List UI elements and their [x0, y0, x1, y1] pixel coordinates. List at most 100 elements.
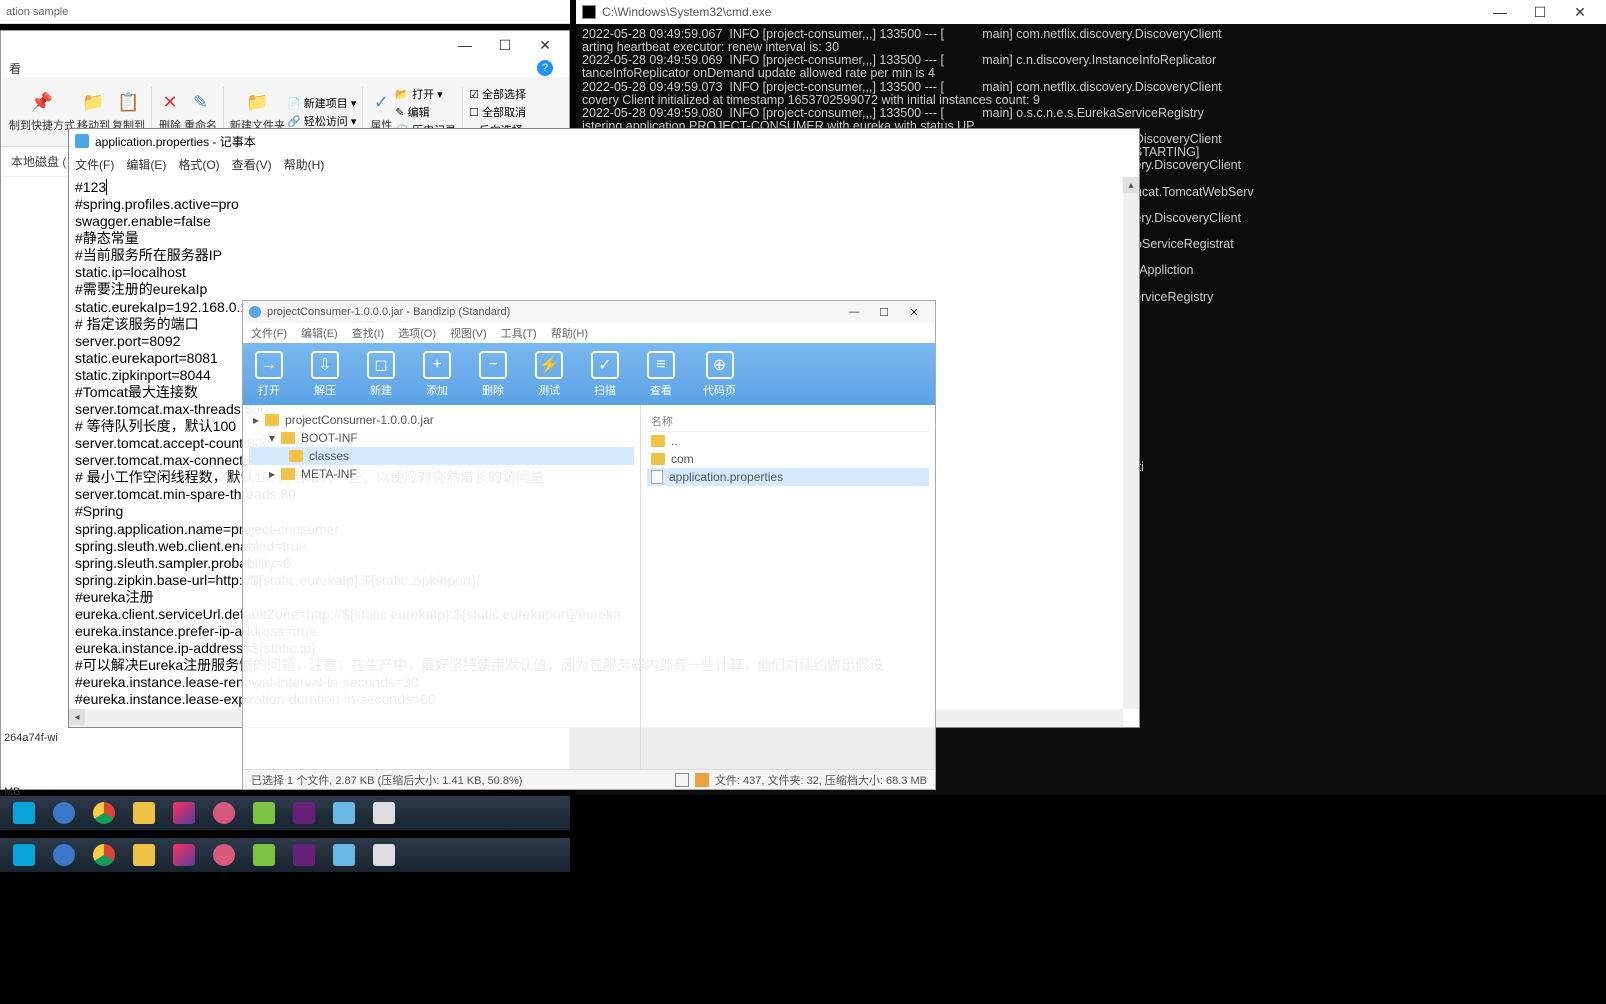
edge-icon — [53, 802, 75, 824]
list-header-name[interactable]: 名称 — [647, 411, 929, 432]
menu-tools[interactable]: 工具(T) — [501, 325, 537, 341]
taskbar-chrome[interactable] — [86, 841, 122, 869]
taskbar-chrome[interactable] — [86, 799, 122, 827]
vs-icon — [293, 802, 315, 824]
minimize-button[interactable]: — — [839, 303, 869, 321]
open-button[interactable]: 📂 打开 ▾ — [395, 86, 456, 102]
rename-button[interactable]: ✎ 重命名 — [184, 91, 217, 133]
delete-button[interactable]: ✕ 删除 — [158, 91, 182, 133]
taskbar-app3[interactable] — [326, 799, 362, 827]
archive-list[interactable]: 名称 .. com application.properties — [641, 405, 935, 769]
scroll-left-icon[interactable]: ◂ — [69, 709, 85, 725]
archive-tree[interactable]: ▸projectConsumer-1.0.0.0.jar ▾BOOT-INF c… — [243, 405, 641, 769]
start-button[interactable] — [6, 799, 42, 827]
menu-format[interactable]: 格式(O) — [178, 156, 219, 173]
properties-icon: ✓ — [369, 91, 393, 115]
view-list-icon[interactable] — [675, 773, 689, 787]
start-button[interactable] — [6, 841, 42, 869]
menu-file[interactable]: 文件(F) — [251, 325, 287, 341]
taskbar-app2[interactable] — [246, 799, 282, 827]
menu-view[interactable]: 查看(V) — [232, 156, 272, 173]
folder-icon — [651, 435, 665, 447]
scrollbar-vertical[interactable]: ▴ — [1123, 177, 1139, 709]
tool-add[interactable]: +添加 — [423, 351, 451, 398]
label: 测试 — [538, 382, 560, 398]
properties-button[interactable]: ✓ 属性 — [369, 91, 393, 133]
view-icons-icon[interactable] — [695, 773, 709, 787]
label: classes — [309, 449, 349, 463]
taskbar-app1[interactable] — [206, 841, 242, 869]
notepad-titlebar[interactable]: application.properties - 记事本 — [69, 129, 1139, 153]
minimize-button[interactable]: — — [1480, 0, 1520, 24]
list-item-up[interactable]: .. — [647, 432, 929, 450]
tool-new[interactable]: ◻新建 — [367, 351, 395, 398]
taskbar-app2[interactable] — [246, 841, 282, 869]
explorer-titlebar[interactable]: — ☐ ✕ — [1, 31, 569, 59]
taskbar-vs[interactable] — [286, 799, 322, 827]
copyto-button[interactable]: 📋 复制到 — [112, 91, 145, 133]
taskbar-vs[interactable] — [286, 841, 322, 869]
moveto-button[interactable]: 📁 移动到 — [77, 91, 110, 133]
newfolder-button[interactable]: 📁 新建文件夹 — [230, 91, 285, 133]
tool-scan[interactable]: ✓扫描 — [591, 351, 619, 398]
start-icon — [13, 802, 35, 824]
selectall-button[interactable]: ☑ 全部选择 — [469, 86, 526, 102]
ribbon-tab[interactable]: 看 — [9, 60, 21, 77]
bandizip-titlebar[interactable]: projectConsumer-1.0.0.0.jar - Bandizip (… — [243, 301, 935, 323]
maximize-button[interactable]: ☐ — [1520, 0, 1560, 24]
taskbar-edge[interactable] — [46, 799, 82, 827]
close-button[interactable]: ✕ — [899, 303, 929, 321]
menu-help[interactable]: 帮助(H) — [551, 325, 588, 341]
menu-file[interactable]: 文件(F) — [75, 156, 114, 173]
tree-root[interactable]: ▸projectConsumer-1.0.0.0.jar — [249, 411, 634, 429]
menu-options[interactable]: 选项(O) — [398, 325, 436, 341]
tool-view[interactable]: ≡查看 — [647, 351, 675, 398]
close-button[interactable]: ✕ — [525, 33, 565, 57]
taskbar-intellij[interactable] — [166, 841, 202, 869]
menu-help[interactable]: 帮助(H) — [284, 156, 325, 173]
menu-view[interactable]: 视图(V) — [450, 325, 487, 341]
menu-edit[interactable]: 编辑(E) — [126, 156, 166, 173]
scroll-up-icon[interactable]: ▴ — [1123, 177, 1139, 193]
title-text: ation sample — [6, 6, 68, 18]
newitem-button[interactable]: 📄 新建项目 ▾ — [287, 95, 356, 111]
label: 全部取消 — [482, 107, 526, 119]
easyaccess-button[interactable]: 🔗 轻松访问 ▾ — [287, 113, 356, 129]
folder-icon — [281, 432, 295, 444]
taskbar-app4[interactable] — [366, 841, 402, 869]
open-icon: → — [255, 351, 283, 379]
selectnone-button[interactable]: ☐ 全部取消 — [469, 104, 526, 120]
tool-open[interactable]: →打开 — [255, 351, 283, 398]
edit-button[interactable]: ✎ 编辑 — [395, 104, 456, 120]
taskbar-app1[interactable] — [206, 799, 242, 827]
label: 打开 — [412, 89, 434, 101]
tree-metainf[interactable]: ▸META-INF — [249, 465, 634, 483]
taskbar-app3[interactable] — [326, 841, 362, 869]
menu-find[interactable]: 查找(I) — [352, 325, 384, 341]
pin-button[interactable]: 📌 制到快捷方式 — [9, 91, 75, 133]
taskbar-app4[interactable] — [366, 799, 402, 827]
taskbar-edge[interactable] — [46, 841, 82, 869]
tool-codepage[interactable]: ⊕代码页 — [703, 351, 736, 398]
close-button[interactable]: ✕ — [1560, 0, 1600, 24]
taskbar-files[interactable] — [126, 841, 162, 869]
folder-icon — [281, 468, 295, 480]
minimize-button[interactable]: — — [445, 33, 485, 57]
cmd-titlebar[interactable]: C:\Windows\System32\cmd.exe — ☐ ✕ — [576, 0, 1606, 24]
taskbar-files[interactable] — [126, 799, 162, 827]
menu-edit[interactable]: 编辑(E) — [301, 325, 338, 341]
tool-extract[interactable]: ⇩解压 — [311, 351, 339, 398]
help-icon[interactable]: ? — [537, 60, 553, 76]
maximize-button[interactable]: ☐ — [869, 303, 899, 321]
taskbar-instance-1[interactable] — [0, 796, 570, 830]
taskbar-intellij[interactable] — [166, 799, 202, 827]
taskbar-instance-2[interactable] — [0, 838, 570, 872]
tree-classes[interactable]: classes — [249, 447, 634, 465]
maximize-button[interactable]: ☐ — [485, 33, 525, 57]
list-item-appprops[interactable]: application.properties — [647, 468, 929, 486]
list-item-com[interactable]: com — [647, 450, 929, 468]
tree-bootinf[interactable]: ▾BOOT-INF — [249, 429, 634, 447]
app-icon — [213, 802, 235, 824]
tool-delete[interactable]: −删除 — [479, 351, 507, 398]
tool-test[interactable]: ⚡测试 — [535, 351, 563, 398]
